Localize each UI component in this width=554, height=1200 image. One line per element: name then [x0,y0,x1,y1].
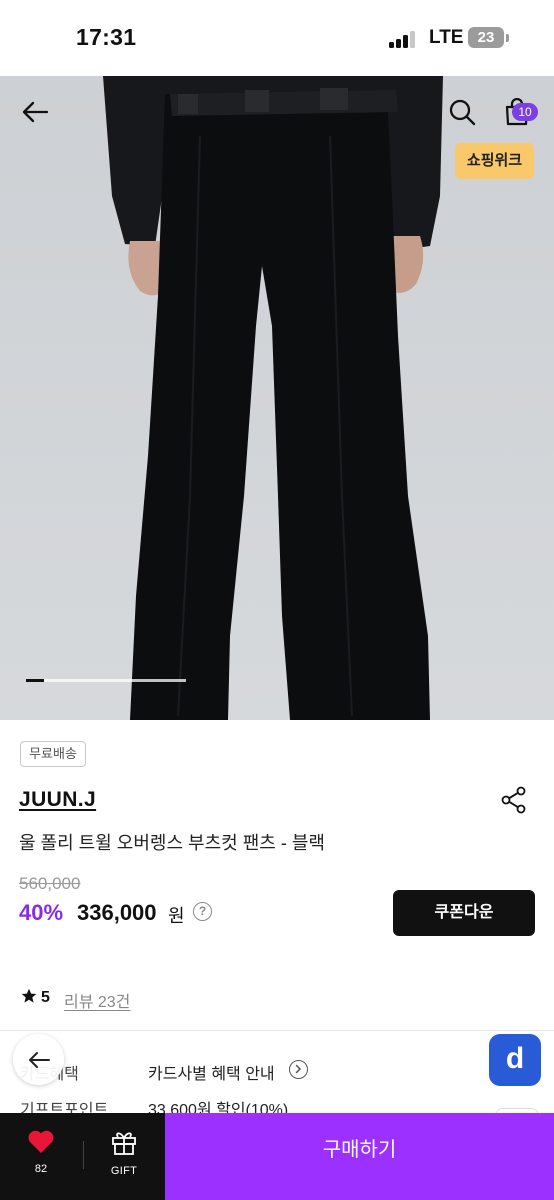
price-help-icon[interactable]: ? [193,902,212,921]
signal-icon [389,30,421,48]
section-divider [0,1030,554,1031]
arrow-left-icon [22,101,49,123]
review-link[interactable]: 리뷰 23건 [64,988,130,1012]
card-benefit-link[interactable]: 카드사별 혜택 안내 [148,1060,275,1084]
battery-icon: 23 [468,27,504,48]
chevron-right-icon[interactable] [289,1060,308,1079]
cart-count-badge: 10 [512,103,538,121]
gift-label: GIFT [110,1165,138,1177]
bottom-bar-left: 82 GIFT [0,1113,165,1200]
coupon-download-button[interactable]: 쿠폰다운 [393,890,535,936]
bottom-action-bar: 82 GIFT 구매하기 [0,1113,554,1200]
product-title: 울 폴리 트윌 오버렝스 부츠컷 팬츠 - 블랙 [19,833,325,853]
search-button[interactable] [440,90,484,134]
shopping-week-tag[interactable]: 쇼핑위크 [455,143,534,179]
star-icon [21,988,37,1003]
discount-rate: 40% [19,900,64,925]
floating-back-button[interactable] [13,1034,64,1085]
carousel-indicator-active [26,679,44,682]
brand-link[interactable]: JUUN.J [19,788,96,812]
arrow-left-icon [28,1051,50,1068]
currency-label: 원 [168,906,185,926]
battery-nub [506,34,509,42]
carousel-indicator-track [26,679,186,682]
buy-button[interactable]: 구매하기 [165,1113,554,1200]
like-button[interactable]: 82 [18,1129,64,1175]
bottom-bar-separator [83,1141,84,1169]
network-label: LTE [429,27,464,48]
free-shipping-badge: 무료배송 [20,741,86,767]
back-button[interactable] [13,90,57,134]
original-price: 560,000 [19,874,81,893]
like-count: 82 [34,1163,48,1175]
search-icon [449,99,476,126]
share-button[interactable] [499,785,529,815]
status-time: 17:31 [76,24,137,50]
gift-button[interactable]: GIFT [102,1129,146,1177]
rating-value: 5 [41,989,50,1006]
heart-icon [28,1130,54,1153]
share-icon [501,786,526,814]
status-bar: 17:31 LTE 23 [0,0,554,76]
d-app-button[interactable]: d [489,1034,541,1086]
sale-price: 336,000 [77,900,157,925]
gift-icon [112,1132,136,1155]
